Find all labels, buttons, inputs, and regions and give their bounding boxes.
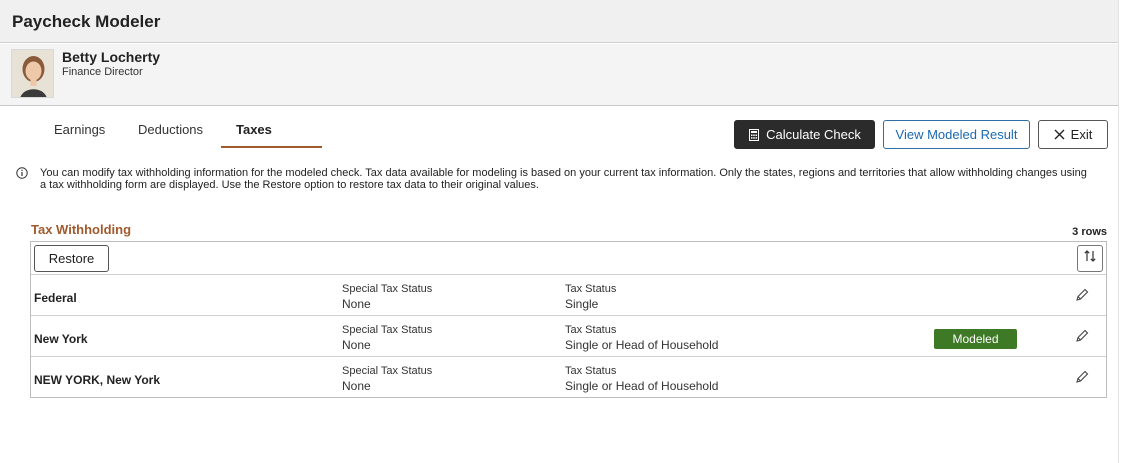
special-tax-status-label: Special Tax Status [342,324,433,336]
avatar [11,49,54,98]
employee-title: Finance Director [62,66,143,78]
profile-banner: Betty Locherty Finance Director [0,44,1118,106]
pencil-icon[interactable] [1074,287,1090,303]
avatar-photo [12,50,53,97]
view-modeled-result-button[interactable]: View Modeled Result [883,120,1030,149]
special-tax-status-label: Special Tax Status [342,283,433,295]
tab-deductions[interactable]: Deductions [138,122,203,137]
info-icon [16,167,28,179]
exit-label: Exit [1070,127,1093,142]
pencil-icon[interactable] [1074,328,1090,344]
tax-status-value: Single or Head of Household [565,379,719,393]
exit-button[interactable]: Exit [1038,120,1108,149]
employee-name: Betty Locherty [62,49,161,65]
active-tab-indicator [221,146,322,148]
grid-toolbar: Restore [31,242,1106,275]
special-tax-status-value: None [342,297,371,311]
sort-icon [1083,249,1097,268]
tax-name: NEW YORK, New York [34,373,161,387]
tax-status-label: Tax Status [565,365,617,377]
page-header: Paycheck Modeler [0,0,1118,43]
tax-status-label: Tax Status [565,324,617,336]
section-title: Tax Withholding [31,222,132,237]
tax-name: Federal [34,291,77,305]
table-row: Federal Special Tax Status None Tax Stat… [31,276,1106,316]
row-count: 3 rows [1072,226,1107,238]
close-icon [1054,129,1065,140]
calculator-icon [748,128,760,141]
tax-status-value: Single or Head of Household [565,338,719,352]
special-tax-status-value: None [342,338,371,352]
table-row: NEW YORK, New York Special Tax Status No… [31,358,1106,398]
tab-earnings[interactable]: Earnings [54,122,105,137]
page-scroll-edge [1118,0,1128,463]
special-tax-status-value: None [342,379,371,393]
modeled-badge: Modeled [934,329,1017,349]
table-row: New York Special Tax Status None Tax Sta… [31,317,1106,357]
tax-withholding-grid: Restore Federal Special Tax Status None … [30,241,1107,398]
special-tax-status-label: Special Tax Status [342,365,433,377]
restore-button[interactable]: Restore [34,245,109,272]
tax-status-label: Tax Status [565,283,617,295]
tax-status-value: Single [565,297,599,311]
pencil-icon[interactable] [1074,369,1090,385]
calculate-check-label: Calculate Check [766,127,861,142]
tax-name: New York [34,332,88,346]
info-text: You can modify tax withholding informati… [40,167,1087,191]
tab-taxes[interactable]: Taxes [236,122,272,137]
sort-button[interactable] [1077,245,1103,272]
page-title: Paycheck Modeler [12,12,161,31]
calculate-check-button[interactable]: Calculate Check [734,120,875,149]
view-modeled-result-label: View Modeled Result [895,127,1018,142]
